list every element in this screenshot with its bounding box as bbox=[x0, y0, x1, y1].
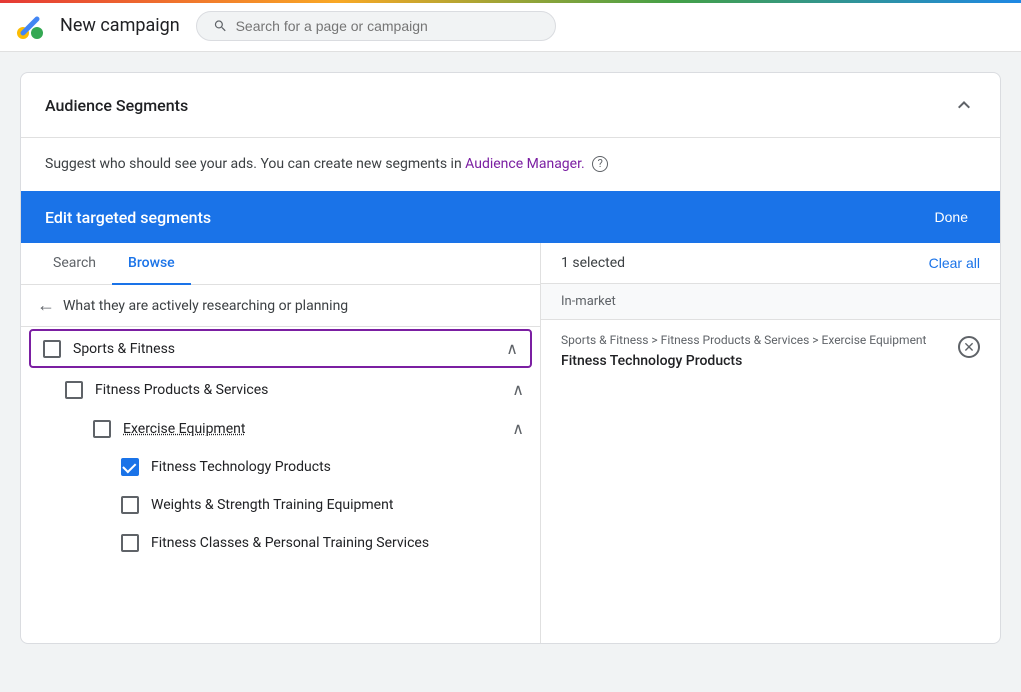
google-ads-logo bbox=[16, 12, 44, 40]
selected-segment-name: Fitness Technology Products bbox=[561, 353, 926, 369]
remove-segment-button[interactable]: ✕ bbox=[958, 336, 980, 358]
edit-bar: Edit targeted segments Done bbox=[21, 191, 1000, 243]
clear-all-button[interactable]: Clear all bbox=[929, 255, 980, 271]
right-panel: 1 selected Clear all In-market Sports & … bbox=[541, 243, 1000, 643]
edit-bar-title: Edit targeted segments bbox=[45, 208, 211, 227]
selected-segment-breadcrumb: Sports & Fitness > Fitness Products & Se… bbox=[561, 332, 926, 349]
checkbox-fitness-products[interactable] bbox=[65, 381, 83, 399]
main-content: Audience Segments Suggest who should see… bbox=[0, 52, 1021, 664]
selected-count: 1 selected bbox=[561, 255, 625, 271]
tree-item-exercise-equipment[interactable]: Exercise Equipment ∧ bbox=[21, 409, 540, 448]
selected-segment-item: Sports & Fitness > Fitness Products & Se… bbox=[541, 320, 1000, 381]
suggest-text-main: Suggest who should see your ads. You can… bbox=[45, 156, 465, 172]
checkbox-weights-strength[interactable] bbox=[121, 496, 139, 514]
topbar: New campaign bbox=[0, 0, 1021, 52]
checkbox-fitness-technology[interactable] bbox=[121, 458, 139, 476]
selected-segment-info: Sports & Fitness > Fitness Products & Se… bbox=[561, 332, 926, 369]
topbar-search-input[interactable] bbox=[236, 18, 539, 34]
label-exercise-equipment: Exercise Equipment bbox=[123, 421, 500, 437]
label-weights-strength: Weights & Strength Training Equipment bbox=[151, 497, 524, 513]
campaign-title: New campaign bbox=[60, 15, 180, 36]
collapse-icon[interactable] bbox=[952, 93, 976, 117]
label-fitness-classes: Fitness Classes & Personal Training Serv… bbox=[151, 535, 524, 551]
back-nav-label: What they are actively researching or pl… bbox=[63, 298, 348, 314]
tree-item-weights-strength[interactable]: Weights & Strength Training Equipment bbox=[21, 486, 540, 524]
card-header: Audience Segments bbox=[21, 73, 1000, 138]
left-panel: Search Browse ← What they are actively r… bbox=[21, 243, 541, 643]
tree-item-fitness-classes[interactable]: Fitness Classes & Personal Training Serv… bbox=[21, 524, 540, 562]
right-panel-header: 1 selected Clear all bbox=[541, 243, 1000, 284]
expand-icon-sports-fitness[interactable]: ∧ bbox=[506, 339, 518, 358]
checkbox-exercise-equipment[interactable] bbox=[93, 420, 111, 438]
tree-item-fitness-technology[interactable]: Fitness Technology Products bbox=[21, 448, 540, 486]
back-nav[interactable]: ← What they are actively researching or … bbox=[21, 285, 540, 327]
expand-icon-exercise-equipment[interactable]: ∧ bbox=[512, 419, 524, 438]
expand-icon-fitness-products[interactable]: ∧ bbox=[512, 380, 524, 399]
done-button[interactable]: Done bbox=[927, 205, 976, 229]
tree-item-sports-fitness[interactable]: Sports & Fitness ∧ bbox=[29, 329, 532, 368]
help-icon[interactable]: ? bbox=[592, 156, 608, 172]
audience-manager-link[interactable]: Audience Manager. bbox=[465, 156, 585, 172]
label-fitness-products: Fitness Products & Services bbox=[95, 382, 500, 398]
suggest-text: Suggest who should see your ads. You can… bbox=[21, 138, 1000, 191]
remove-circle-icon: ✕ bbox=[958, 336, 980, 358]
card-title: Audience Segments bbox=[45, 96, 188, 115]
search-icon bbox=[213, 18, 228, 34]
audience-segments-card: Audience Segments Suggest who should see… bbox=[20, 72, 1001, 644]
checkbox-fitness-classes[interactable] bbox=[121, 534, 139, 552]
tabs-row: Search Browse bbox=[21, 243, 540, 285]
label-sports-fitness: Sports & Fitness bbox=[73, 341, 494, 357]
label-fitness-technology: Fitness Technology Products bbox=[151, 459, 524, 475]
back-arrow-icon: ← bbox=[37, 295, 55, 316]
segments-body: Search Browse ← What they are actively r… bbox=[21, 243, 1000, 643]
in-market-label: In-market bbox=[541, 284, 1000, 320]
checkbox-sports-fitness[interactable] bbox=[43, 340, 61, 358]
tab-browse[interactable]: Browse bbox=[112, 243, 191, 285]
tab-search[interactable]: Search bbox=[37, 243, 112, 285]
tree-item-fitness-products[interactable]: Fitness Products & Services ∧ bbox=[21, 370, 540, 409]
topbar-search[interactable] bbox=[196, 11, 556, 41]
tree-list: Sports & Fitness ∧ Fitness Products & Se… bbox=[21, 329, 540, 562]
